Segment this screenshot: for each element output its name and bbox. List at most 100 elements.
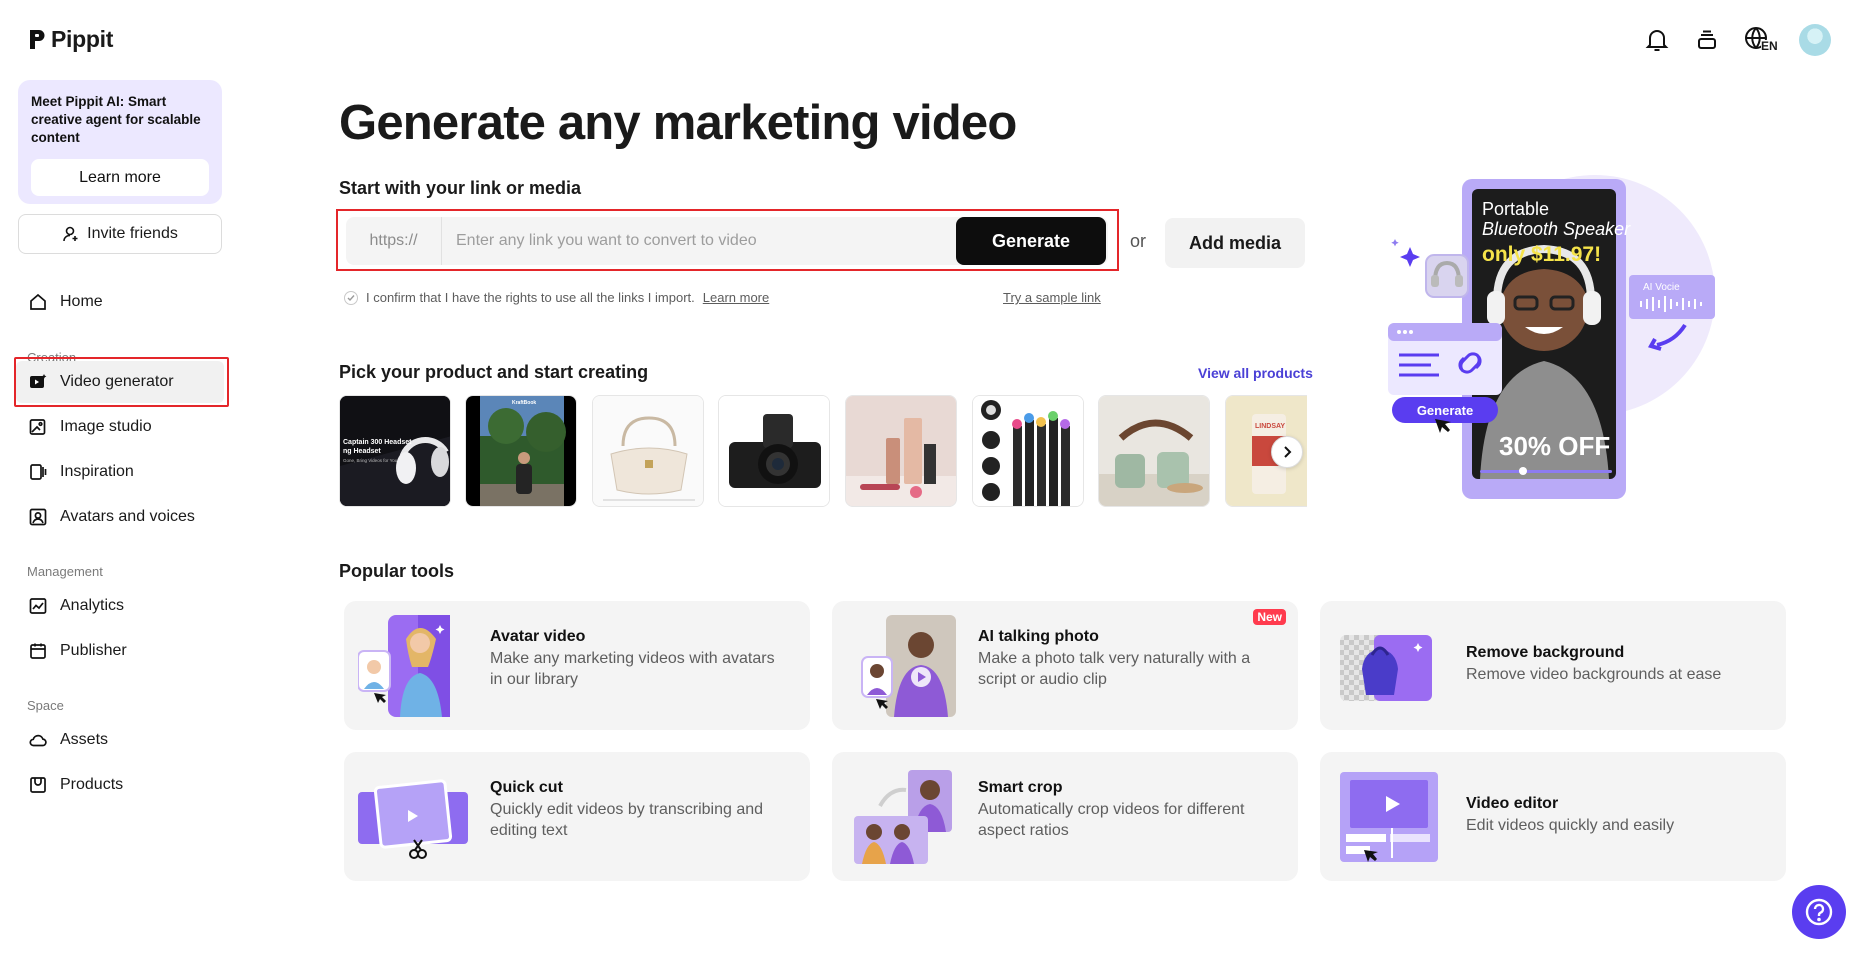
- stack-icon[interactable]: [1693, 26, 1721, 54]
- quick-cut-icon: [358, 779, 468, 859]
- tool-card-ai-talking-photo[interactable]: New AI talking photo Make a photo talk v…: [832, 601, 1298, 730]
- cloud-icon: [29, 734, 47, 747]
- tool-name: Avatar video: [490, 628, 586, 645]
- hero-ai-voice: AI Vocie: [1643, 282, 1680, 293]
- tool-desc: Make a photo talk very naturally with a …: [978, 650, 1251, 688]
- can-label: LINDSAY: [1255, 423, 1285, 430]
- sidebar-item-label: Analytics: [60, 597, 125, 614]
- sidebar-item-label: Avatars and voices: [60, 508, 195, 525]
- user-avatar[interactable]: [1799, 24, 1831, 56]
- learn-more-button[interactable]: Learn more: [31, 159, 209, 196]
- video-generator-icon: [30, 374, 47, 388]
- language-switcher[interactable]: EN: [1743, 25, 1778, 55]
- product-box-icon: [30, 777, 46, 793]
- analytics-icon: [29, 598, 47, 614]
- tool-card-avatar-video[interactable]: Avatar video Make any marketing videos w…: [344, 601, 810, 730]
- generate-button[interactable]: Generate: [956, 217, 1106, 265]
- camera-image: [719, 396, 829, 506]
- sidebar-item-image-studio[interactable]: Image studio: [16, 406, 224, 448]
- confirm-learn-more-link[interactable]: Learn more: [703, 290, 769, 305]
- start-label: Start with your link or media: [339, 178, 582, 198]
- tool-name: Remove background: [1466, 644, 1625, 661]
- product-thumb-headset[interactable]: Captain 300 Headset ng Headset Gone, Bri…: [339, 395, 451, 507]
- hero-line1: Portable: [1482, 199, 1549, 219]
- video-editor-icon: [1340, 772, 1438, 862]
- view-all-products-link[interactable]: View all products: [1198, 365, 1313, 381]
- smart-crop-icon: [854, 770, 952, 864]
- tool-name: Quick cut: [490, 779, 563, 796]
- talking-photo-icon: [861, 615, 956, 717]
- logo-text: Pippit: [51, 26, 114, 52]
- bell-icon[interactable]: [1643, 26, 1671, 54]
- sidebar-item-home[interactable]: Home: [16, 281, 224, 323]
- sidebar-item-avatars-voices[interactable]: Avatars and voices: [16, 496, 224, 538]
- check-icon: [347, 294, 355, 301]
- tool-card-video-editor[interactable]: Video editor Edit videos quickly and eas…: [1320, 752, 1786, 881]
- product-thumb-handbag[interactable]: [592, 395, 704, 507]
- remove-background-icon: [1340, 635, 1432, 701]
- pippit-logo-icon: [30, 29, 45, 49]
- product-thumb-camera[interactable]: [718, 395, 830, 507]
- cosmetics-image: [846, 396, 956, 506]
- outdoor-image: KraftBook: [466, 396, 576, 506]
- product-thumb-pencils[interactable]: [972, 395, 1084, 507]
- tool-desc: Remove video backgrounds at ease: [1466, 666, 1722, 683]
- add-media-button[interactable]: Add media: [1165, 218, 1305, 268]
- carousel-next-button[interactable]: [1271, 436, 1303, 468]
- cups-image: [1099, 396, 1209, 506]
- rights-confirm: I confirm that I have the rights to use …: [344, 290, 769, 305]
- hero-price: only $11.97!: [1482, 243, 1601, 266]
- headset-image: Captain 300 Headset ng Headset Gone, Bri…: [340, 396, 450, 506]
- headset-tagline: Gone, Bring Videos for You: [343, 458, 398, 463]
- tool-desc: Make any marketing videos with avatars i…: [490, 650, 775, 688]
- sidebar-item-analytics[interactable]: Analytics: [16, 585, 224, 627]
- product-thumb-outdoor[interactable]: KraftBook: [465, 395, 577, 507]
- hero-promo-illustration: Portable Bluetooth Speaker only $11.97! …: [1385, 175, 1745, 515]
- image-studio-icon: [29, 419, 46, 435]
- sidebar-item-label: Assets: [60, 731, 109, 748]
- tool-desc: Quickly edit videos by transcribing and …: [490, 801, 764, 839]
- help-button[interactable]: [1792, 885, 1846, 939]
- sidebar-item-label: Products: [60, 776, 124, 793]
- highlight-box: https:// Generate: [336, 209, 1119, 271]
- sidebar-item-products[interactable]: Products: [16, 764, 224, 806]
- url-prefix: https://: [346, 217, 442, 265]
- headset-subtitle: ng Headset: [343, 448, 381, 455]
- tool-desc: Automatically crop videos for different …: [978, 801, 1245, 839]
- sidebar-item-publisher[interactable]: Publisher: [16, 630, 224, 672]
- sidebar-item-inspiration[interactable]: Inspiration: [16, 451, 224, 493]
- hero-generate: Generate: [1417, 403, 1473, 418]
- chevron-right-icon: [1284, 446, 1292, 458]
- avatar-video-icon: [358, 615, 450, 717]
- tool-card-quick-cut[interactable]: Quick cut Quickly edit videos by transcr…: [344, 752, 810, 881]
- brand-label: KraftBook: [512, 400, 536, 406]
- sidebar-item-video-generator[interactable]: Video generator: [16, 361, 224, 403]
- pippit-ai-promo: Meet Pippit AI: Smart creative agent for…: [18, 80, 222, 204]
- product-thumb-cups[interactable]: [1098, 395, 1210, 507]
- hero-discount: 30% OFF: [1499, 431, 1610, 461]
- inspiration-icon: [30, 464, 47, 480]
- product-carousel: Captain 300 Headset ng Headset Gone, Bri…: [339, 395, 1307, 507]
- invite-friends-label: Invite friends: [87, 225, 178, 242]
- promo-text: Meet Pippit AI: Smart creative agent for…: [31, 94, 201, 145]
- new-badge: New: [1253, 609, 1286, 625]
- product-thumb-cosmetics[interactable]: [845, 395, 957, 507]
- sidebar: Pippit Meet Pippit AI: Smart creative ag…: [0, 0, 240, 969]
- sidebar-item-assets[interactable]: Assets: [16, 719, 224, 761]
- invite-friends-button[interactable]: Invite friends: [18, 214, 222, 254]
- logo[interactable]: Pippit: [28, 26, 113, 53]
- confirm-text: I confirm that I have the rights to use …: [366, 290, 695, 305]
- home-icon: [30, 293, 46, 310]
- try-sample-link[interactable]: Try a sample link: [1003, 290, 1101, 305]
- popular-tools-title: Popular tools: [339, 561, 455, 581]
- tool-card-remove-background[interactable]: Remove background Remove video backgroun…: [1320, 601, 1786, 730]
- headset-title: Captain 300 Headset: [343, 439, 412, 446]
- link-input-group: https:// Generate: [346, 217, 1108, 265]
- tool-card-smart-crop[interactable]: Smart crop Automatically crop videos for…: [832, 752, 1298, 881]
- or-separator: or: [1130, 231, 1147, 251]
- confirm-checkbox[interactable]: [344, 290, 358, 305]
- tool-name: Smart crop: [978, 779, 1063, 796]
- pencils-image: [973, 396, 1083, 506]
- sidebar-item-label: Video generator: [60, 373, 174, 390]
- hero-illustration: Portable Bluetooth Speaker only $11.97! …: [1388, 175, 1715, 499]
